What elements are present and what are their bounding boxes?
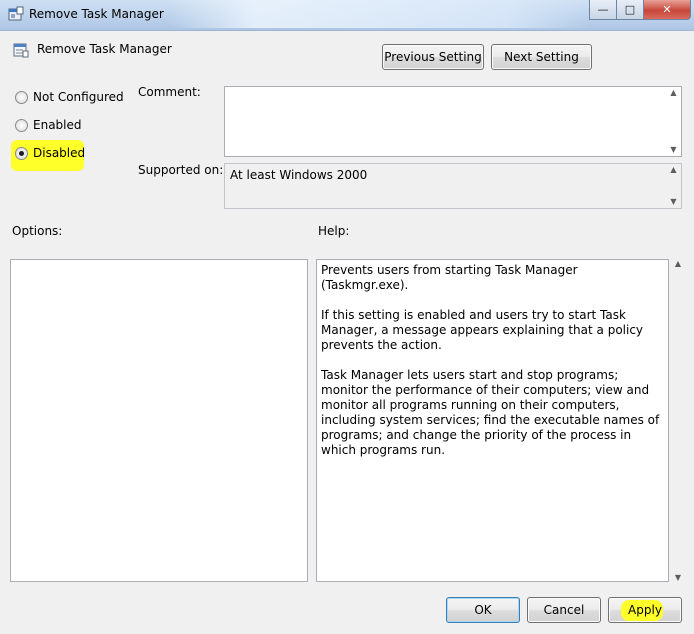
- supported-scrollbar[interactable]: ▲ ▼: [666, 164, 681, 208]
- maximize-button[interactable]: □: [616, 0, 644, 20]
- supported-on-label: Supported on:: [138, 163, 224, 177]
- help-paragraph: If this setting is enabled and users try…: [321, 308, 644, 352]
- maximize-icon: □: [624, 3, 636, 16]
- close-icon: ✕: [662, 3, 672, 16]
- help-paragraph: Task Manager lets users start and stop p…: [321, 368, 660, 457]
- window-title: Remove Task Manager: [29, 7, 164, 21]
- scroll-up-icon[interactable]: ▲: [670, 164, 676, 176]
- comment-label: Comment:: [138, 85, 201, 99]
- close-button[interactable]: ✕: [643, 0, 691, 20]
- comment-scrollbar[interactable]: ▲ ▼: [666, 87, 681, 156]
- policy-dialog: Remove Task Manager Previous Setting Nex…: [0, 31, 694, 634]
- radio-not-configured[interactable]: Not Configured: [15, 90, 124, 104]
- help-panel: Prevents users from starting Task Manage…: [316, 259, 669, 582]
- background-taskbar-blur: [170, 0, 590, 28]
- supported-on-field: At least Windows 2000 ▲ ▼: [224, 163, 682, 209]
- scroll-down-icon[interactable]: ▼: [675, 573, 681, 582]
- help-scrollbar[interactable]: ▲ ▼: [671, 259, 685, 582]
- cancel-button[interactable]: Cancel: [527, 597, 601, 623]
- title-bar[interactable]: Remove Task Manager — □ ✕: [0, 0, 694, 31]
- scroll-up-icon[interactable]: ▲: [675, 259, 681, 268]
- radio-disabled[interactable]: Disabled: [15, 146, 85, 160]
- help-text: Prevents users from starting Task Manage…: [321, 263, 661, 473]
- next-setting-button[interactable]: Next Setting: [491, 44, 592, 70]
- apply-label: Apply: [628, 603, 662, 617]
- comment-textarea[interactable]: ▲ ▼: [224, 86, 682, 157]
- radio-label: Not Configured: [33, 90, 124, 104]
- radio-button[interactable]: [15, 90, 28, 104]
- scroll-down-icon[interactable]: ▼: [670, 196, 676, 208]
- radio-selected-dot: [19, 150, 24, 156]
- setting-icon: [13, 43, 29, 58]
- scroll-up-icon[interactable]: ▲: [670, 87, 676, 99]
- minimize-button[interactable]: —: [589, 0, 617, 20]
- cancel-label: Cancel: [543, 603, 585, 617]
- policy-app-icon: [8, 6, 24, 21]
- radio-enabled[interactable]: Enabled: [15, 118, 82, 132]
- apply-button[interactable]: Apply: [608, 597, 682, 623]
- radio-label: Disabled: [33, 146, 86, 160]
- ok-button[interactable]: OK: [446, 597, 520, 623]
- minimize-icon: —: [597, 3, 609, 16]
- setting-title: Remove Task Manager: [37, 42, 172, 56]
- radio-button[interactable]: [15, 146, 28, 160]
- radio-label: Enabled: [33, 118, 82, 132]
- previous-setting-label: Previous Setting: [384, 50, 482, 64]
- ok-label: OK: [474, 603, 492, 617]
- help-label: Help:: [318, 224, 350, 238]
- radio-button[interactable]: [15, 118, 28, 132]
- options-label: Options:: [12, 224, 63, 238]
- help-paragraph: Prevents users from starting Task Manage…: [321, 263, 578, 292]
- next-setting-label: Next Setting: [504, 50, 579, 64]
- scroll-down-icon[interactable]: ▼: [670, 144, 676, 156]
- previous-setting-button[interactable]: Previous Setting: [382, 44, 484, 70]
- supported-on-value: At least Windows 2000: [230, 168, 368, 182]
- options-panel: [10, 259, 308, 582]
